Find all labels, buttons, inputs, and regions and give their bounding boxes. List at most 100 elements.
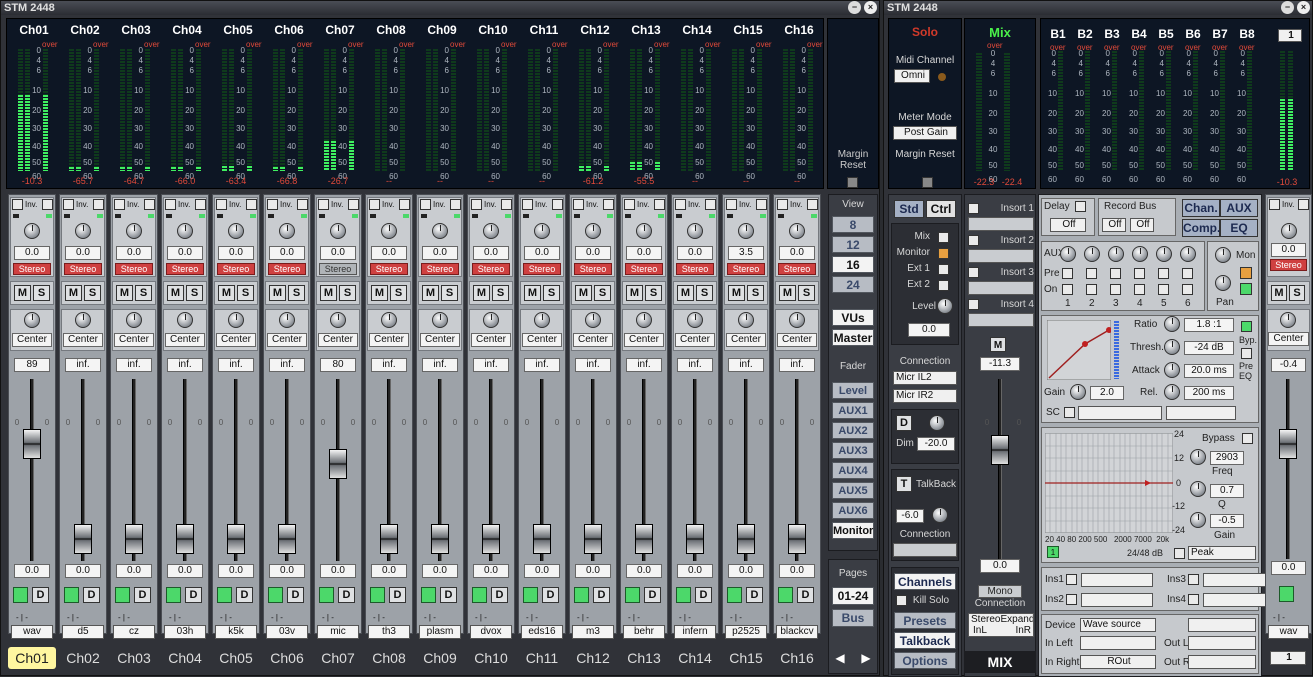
pan-knob[interactable] <box>228 312 244 328</box>
gain-value[interactable]: 0.0 <box>218 246 254 260</box>
mix-fader-handle[interactable] <box>991 435 1009 465</box>
talkback-value[interactable]: -6.0 <box>896 509 924 523</box>
mon-on-toggle[interactable] <box>1240 283 1252 295</box>
channel-tab[interactable]: Ch14 <box>671 647 719 669</box>
channel-tab[interactable]: Ch02 <box>59 647 107 669</box>
fader-level-bottom[interactable]: 0.0 <box>65 564 101 578</box>
invert-checkbox[interactable] <box>195 199 206 210</box>
gain-value[interactable]: 0.0 <box>116 246 152 260</box>
stereo-toggle[interactable]: Stereo <box>64 263 102 275</box>
q-knob[interactable] <box>1190 481 1206 497</box>
fader-level-top[interactable]: inf. <box>218 358 254 372</box>
pan-value[interactable]: Center <box>777 333 817 347</box>
invert-checkbox[interactable] <box>807 199 818 210</box>
pan-value[interactable]: Center <box>165 333 205 347</box>
input-select-checkbox[interactable] <box>777 199 788 210</box>
mute-button[interactable]: M <box>626 285 643 301</box>
pan-value[interactable]: Center <box>471 333 511 347</box>
invert-checkbox[interactable] <box>144 199 155 210</box>
solo-button[interactable]: S <box>339 285 356 301</box>
channel-label-field[interactable]: m3 <box>572 625 614 639</box>
connection-left-select[interactable]: Micr IL2 <box>893 371 957 385</box>
gain-knob[interactable] <box>381 223 397 239</box>
direct-out-button[interactable]: D <box>797 587 814 603</box>
gain-knob[interactable] <box>126 223 142 239</box>
solo-button[interactable]: S <box>33 285 50 301</box>
invert-checkbox[interactable] <box>246 199 257 210</box>
fader-level-bottom[interactable]: 0.0 <box>320 564 356 578</box>
attack-value[interactable]: 20.0 ms <box>1184 364 1234 378</box>
bus-page-select[interactable]: 1 <box>1278 29 1302 42</box>
kill-solo-checkbox[interactable] <box>896 595 907 606</box>
fader-level-top[interactable]: inf. <box>116 358 152 372</box>
channel-tab[interactable]: Ch15 <box>722 647 770 669</box>
strip-insert-checkbox[interactable] <box>1188 574 1199 585</box>
channel-tab[interactable]: Ch11 <box>518 647 566 669</box>
std-tab[interactable]: Std <box>894 200 924 218</box>
mute-button[interactable]: M <box>473 285 490 301</box>
aux-send-knob[interactable] <box>1156 246 1172 262</box>
fader-level-bottom[interactable]: 0.0 <box>218 564 254 578</box>
fader-handle[interactable] <box>176 524 194 554</box>
mute-button[interactable]: M <box>116 285 133 301</box>
aux-pre-checkbox[interactable] <box>1062 268 1073 279</box>
fader-level-bottom[interactable]: 0.0 <box>575 564 611 578</box>
device-extra-field[interactable] <box>1188 618 1256 632</box>
aux-send-knob[interactable] <box>1060 246 1076 262</box>
pan-knob[interactable] <box>483 312 499 328</box>
aux-send-knob[interactable] <box>1084 246 1100 262</box>
mon-pre-toggle[interactable] <box>1240 267 1252 279</box>
close-button[interactable]: × <box>1297 1 1310 14</box>
eq-tab[interactable]: EQ <box>1220 219 1258 237</box>
mix-level-top[interactable]: -11.3 <box>980 357 1020 371</box>
talkback-t-button[interactable]: T <box>896 476 912 492</box>
margin-reset-button[interactable] <box>847 177 858 188</box>
freq-value[interactable]: 2903 <box>1210 451 1244 465</box>
release-value[interactable]: 200 ms <box>1184 386 1234 400</box>
dim-value[interactable]: -20.0 <box>917 437 955 451</box>
fader-level-top[interactable]: inf. <box>371 358 407 372</box>
fader-level-top[interactable]: 89 <box>14 358 50 372</box>
ctrl-tab[interactable]: Ctrl <box>926 200 956 218</box>
q-value[interactable]: 0.7 <box>1210 484 1244 498</box>
strip-insert-slot[interactable] <box>1203 573 1271 587</box>
r-gain-value[interactable]: 0.0 <box>1271 243 1306 257</box>
delay-value[interactable]: Off <box>1050 218 1086 232</box>
channel-label-field[interactable]: infern <box>674 625 716 639</box>
insert-checkbox[interactable] <box>968 299 979 310</box>
channel-on-button[interactable] <box>523 587 538 603</box>
channel-tab[interactable]: Ch08 <box>365 647 413 669</box>
stereo-toggle[interactable]: Stereo <box>319 263 357 275</box>
gain-knob[interactable] <box>789 223 805 239</box>
fader-option[interactable]: Monitor <box>832 522 874 539</box>
channel-on-button[interactable] <box>421 587 436 603</box>
mute-button[interactable]: M <box>524 285 541 301</box>
direct-out-button[interactable]: D <box>134 587 151 603</box>
margin-reset-button[interactable] <box>922 177 933 188</box>
stereo-toggle[interactable]: Stereo <box>778 263 816 275</box>
aux-pre-checkbox[interactable] <box>1134 268 1145 279</box>
mute-button[interactable]: M <box>779 285 796 301</box>
pan-value[interactable]: Center <box>522 333 562 347</box>
pan-knob[interactable] <box>789 312 805 328</box>
gain-knob[interactable] <box>585 223 601 239</box>
input-select-checkbox[interactable] <box>369 199 380 210</box>
solo-button[interactable]: S <box>186 285 203 301</box>
invert-checkbox[interactable] <box>501 199 512 210</box>
fader-handle[interactable] <box>635 524 653 554</box>
channel-on-button[interactable] <box>217 587 232 603</box>
pan-value[interactable]: Center <box>114 333 154 347</box>
fader-handle[interactable] <box>482 524 500 554</box>
pan-knob[interactable] <box>126 312 142 328</box>
direct-out-button[interactable]: D <box>389 587 406 603</box>
r-fader-handle[interactable] <box>1279 429 1297 459</box>
aux-on-checkbox[interactable] <box>1086 284 1097 295</box>
pan-knob[interactable] <box>279 312 295 328</box>
pan-value[interactable]: Center <box>624 333 664 347</box>
eq-gain-knob[interactable] <box>1190 512 1206 528</box>
r-gain-knob[interactable] <box>1281 223 1297 239</box>
pan-knob[interactable] <box>534 312 550 328</box>
pan-knob[interactable] <box>24 312 40 328</box>
insert-checkbox[interactable] <box>968 235 979 246</box>
strip-insert-checkbox[interactable] <box>1188 594 1199 605</box>
